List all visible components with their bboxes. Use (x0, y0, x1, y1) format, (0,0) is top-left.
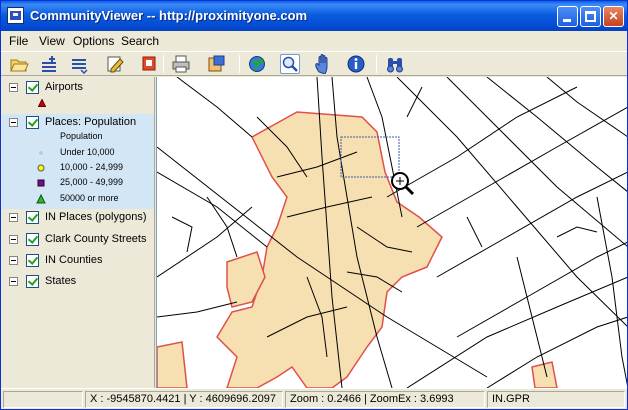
maximize-icon (585, 11, 596, 22)
edit-icon[interactable] (105, 54, 125, 74)
info-icon[interactable] (346, 54, 366, 74)
street-line (456, 241, 627, 338)
place-polygon (157, 341, 188, 388)
print-icon[interactable] (171, 54, 191, 74)
layer-visibility-checkbox[interactable] (26, 275, 39, 288)
collapse-toggle[interactable] (9, 235, 18, 244)
gray-dot-icon (39, 151, 43, 155)
street-line (446, 77, 627, 247)
close-button[interactable]: ✕ (603, 6, 624, 27)
yellow-circle-icon (37, 164, 45, 172)
layer-visibility-checkbox[interactable] (26, 254, 39, 267)
layer-visibility-checkbox[interactable] (26, 81, 39, 94)
places-class-legend: Population Under 10,000 10,000 - 24,999 … (2, 129, 154, 209)
layer-legend-panel: Airports Places: Population Population U… (2, 77, 155, 388)
toolbar (1, 51, 627, 76)
app-icon[interactable] (7, 7, 24, 24)
status-project-file: IN.GPR (487, 391, 625, 408)
maximize-button[interactable] (580, 6, 601, 27)
minimize-icon (563, 19, 571, 22)
collapse-toggle[interactable] (9, 256, 18, 265)
airport-symbol-icon (38, 99, 46, 107)
legend-class-label: 50000 or more (60, 193, 119, 203)
add-layer-icon[interactable] (39, 54, 59, 74)
zoom-icon[interactable] (280, 54, 300, 74)
street-line (171, 216, 193, 253)
layer-label: Airports (45, 81, 83, 93)
status-zoom: Zoom : 0.2466 | ZoomEx : 3.6993 (285, 391, 485, 408)
layer-label: IN Places (polygons) (45, 211, 147, 223)
layer-in-counties[interactable]: IN Counties (2, 252, 154, 270)
layer-visibility-checkbox[interactable] (26, 211, 39, 224)
street-line (157, 301, 238, 318)
layer-list-icon[interactable] (69, 54, 89, 75)
street-line (416, 106, 627, 228)
legend-header-row: Population (2, 131, 154, 144)
map-drawing[interactable] (157, 77, 627, 388)
street-line (396, 77, 627, 327)
status-bar: X : -9545870.4421 | Y : 4609696.2097 Zoo… (1, 388, 627, 409)
street-line (546, 77, 627, 137)
window-title: CommunityViewer -- http://proximityone.c… (30, 8, 308, 23)
layer-visibility-checkbox[interactable] (26, 233, 39, 246)
legend-class-row: Under 10,000 (2, 147, 154, 160)
minimize-button[interactable] (557, 6, 578, 27)
menu-view[interactable]: View (39, 34, 65, 48)
status-cell-empty (3, 391, 83, 408)
binoculars-icon[interactable] (385, 54, 405, 74)
menu-options[interactable]: Options (73, 34, 114, 48)
street-line (406, 86, 423, 118)
globe-icon[interactable] (247, 54, 267, 74)
collapse-toggle[interactable] (9, 83, 18, 92)
layer-label: Places: Population (45, 116, 137, 128)
legend-class-row: 50000 or more (2, 193, 154, 206)
street-line (176, 77, 253, 138)
layer-label: States (45, 275, 77, 287)
street-line (386, 86, 578, 198)
street-line (556, 226, 598, 238)
stop-icon[interactable] (139, 54, 159, 74)
open-icon[interactable] (9, 54, 29, 74)
pan-hand-icon[interactable] (313, 54, 333, 75)
legend-header: Population (60, 131, 103, 141)
close-icon: ✕ (608, 9, 619, 23)
legend-class-row: 25,000 - 49,999 (2, 177, 154, 190)
street-line (596, 196, 627, 386)
layer-airports[interactable]: Airports (2, 79, 154, 97)
layer-states[interactable]: States (2, 273, 154, 291)
app-window: CommunityViewer -- http://proximityone.c… (0, 0, 628, 410)
place-polygon (216, 111, 443, 388)
street-line (516, 256, 548, 378)
layer-clark-county-streets[interactable]: Clark County Streets (2, 231, 154, 249)
menu-bar: File View Options Search (1, 31, 627, 50)
layer-label: Clark County Streets (45, 233, 147, 245)
layer-visibility-checkbox[interactable] (26, 116, 39, 129)
legend-class-label: 25,000 - 49,999 (60, 177, 124, 187)
legend-class-label: 10,000 - 24,999 (60, 162, 124, 172)
purple-square-icon (37, 179, 45, 187)
export-icon[interactable] (206, 54, 226, 74)
menu-search[interactable]: Search (121, 34, 159, 48)
place-polygons (157, 111, 558, 388)
layer-label: IN Counties (45, 254, 103, 266)
street-line (157, 171, 268, 248)
legend-class-label: Under 10,000 (60, 147, 115, 157)
title-bar[interactable]: CommunityViewer -- http://proximityone.c… (1, 1, 627, 31)
menu-file[interactable]: File (9, 34, 28, 48)
collapse-toggle[interactable] (9, 118, 18, 127)
layer-in-places-polygons[interactable]: IN Places (polygons) (2, 209, 154, 227)
legend-class-row: 10,000 - 24,999 (2, 162, 154, 175)
status-coordinates: X : -9545870.4421 | Y : 4609696.2097 (85, 391, 283, 408)
street-line (466, 216, 483, 248)
map-canvas[interactable] (156, 77, 627, 388)
collapse-toggle[interactable] (9, 213, 18, 222)
collapse-toggle[interactable] (9, 277, 18, 286)
green-triangle-icon (36, 194, 46, 204)
